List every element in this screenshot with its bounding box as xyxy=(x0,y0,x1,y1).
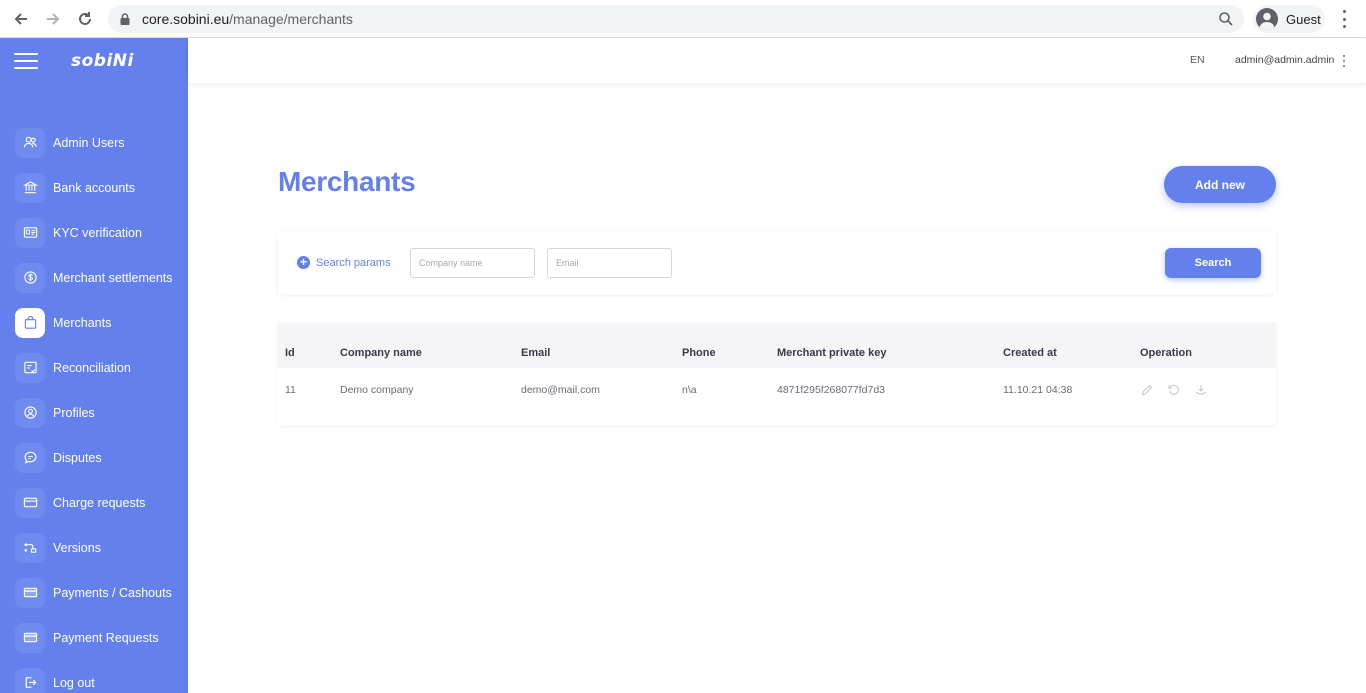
cell-created-at: 11.10.21 04:38 xyxy=(1003,384,1073,396)
language-selector[interactable]: EN xyxy=(1190,54,1205,66)
browser-menu-icon[interactable] xyxy=(1337,10,1351,28)
column-header-email: Email xyxy=(521,347,551,359)
sidebar-item-bank-accounts[interactable]: Bank accounts xyxy=(0,165,188,210)
sidebar-item-label: Payments / Cashouts xyxy=(53,585,172,600)
address-bar[interactable]: core.sobini.eu/manage/merchants xyxy=(108,5,1244,33)
sidebar-item-reconciliation[interactable]: Reconciliation xyxy=(0,345,188,390)
sidebar: sobiNi Admin Users Bank accounts KYC ver… xyxy=(0,38,188,693)
sidebar-item-label: Log out xyxy=(53,675,95,690)
search-button[interactable]: Search xyxy=(1165,248,1261,278)
edit-icon[interactable] xyxy=(1140,383,1154,397)
sidebar-item-disputes[interactable]: Disputes xyxy=(0,435,188,480)
email-input[interactable] xyxy=(547,248,672,278)
sidebar-item-profiles[interactable]: Profiles xyxy=(0,390,188,435)
sidebar-item-payment-requests[interactable]: Payment Requests xyxy=(0,615,188,660)
sidebar-item-label: Charge requests xyxy=(53,495,146,510)
zoom-icon[interactable] xyxy=(1218,11,1234,27)
column-header-created-at: Created at xyxy=(1003,347,1057,359)
profile-label: Guest xyxy=(1286,11,1321,27)
sidebar-item-label: Disputes xyxy=(53,450,102,465)
sidebar-menu: Admin Users Bank accounts KYC verificati… xyxy=(0,120,188,693)
profile-button[interactable]: Guest xyxy=(1253,5,1325,33)
cell-phone: n\a xyxy=(682,384,697,396)
search-params-toggle[interactable]: + Search params xyxy=(297,256,391,269)
sidebar-item-kyc-verification[interactable]: KYC verification xyxy=(0,210,188,255)
column-header-phone: Phone xyxy=(682,347,716,359)
cell-email: demo@mail.com xyxy=(521,384,600,396)
company-name-input[interactable] xyxy=(410,248,535,278)
cell-id: 11 xyxy=(285,384,296,396)
filter-panel: + Search params Search xyxy=(278,231,1276,294)
hamburger-icon[interactable] xyxy=(14,52,38,69)
sidebar-header: sobiNi xyxy=(0,38,188,83)
column-header-id: Id xyxy=(285,347,295,359)
logo: sobiNi xyxy=(71,50,134,71)
sidebar-item-merchant-settlements[interactable]: Merchant settlements xyxy=(0,255,188,300)
reconcile-icon xyxy=(15,352,45,383)
sidebar-item-label: Payment Requests xyxy=(53,630,159,645)
card-icon xyxy=(15,622,45,653)
sidebar-item-label: Merchants xyxy=(53,315,112,330)
wallet-icon xyxy=(15,577,45,608)
sidebar-item-label: KYC verification xyxy=(53,225,142,240)
chat-icon xyxy=(15,442,45,473)
top-header: EN admin@admin.admin xyxy=(188,38,1366,83)
search-params-label: Search params xyxy=(316,256,391,269)
reload-icon[interactable] xyxy=(74,8,96,30)
sidebar-item-label: Admin Users xyxy=(53,135,125,150)
column-header-private-key: Merchant private key xyxy=(777,347,887,359)
card-icon xyxy=(15,487,45,518)
sidebar-item-versions[interactable]: Versions xyxy=(0,525,188,570)
sidebar-item-label: Bank accounts xyxy=(53,180,135,195)
page-title: Merchants xyxy=(278,166,416,197)
browser-toolbar: core.sobini.eu/manage/merchants Guest xyxy=(0,0,1366,38)
lock-icon xyxy=(120,13,130,25)
sidebar-item-admin-users[interactable]: Admin Users xyxy=(0,120,188,165)
user-menu-dots-icon[interactable] xyxy=(1342,55,1346,67)
column-header-company-name: Company name xyxy=(340,347,422,359)
sidebar-item-log-out[interactable]: Log out xyxy=(0,660,188,693)
sidebar-item-label: Versions xyxy=(53,540,101,555)
sidebar-item-payments-cashouts[interactable]: Payments / Cashouts xyxy=(0,570,188,615)
versions-icon xyxy=(15,532,45,563)
sidebar-item-merchants[interactable]: Merchants xyxy=(0,300,188,345)
profile-icon xyxy=(15,397,45,428)
table-header: Id Company name Email Phone Merchant pri… xyxy=(278,323,1276,368)
shopping-bag-icon xyxy=(15,307,45,338)
back-icon[interactable] xyxy=(10,8,32,30)
url-text: core.sobini.eu/manage/merchants xyxy=(142,11,353,27)
sidebar-item-charge-requests[interactable]: Charge requests xyxy=(0,480,188,525)
dollar-icon xyxy=(15,262,45,293)
add-new-button[interactable]: Add new xyxy=(1164,166,1276,203)
avatar-icon xyxy=(1256,8,1278,30)
sidebar-item-label: Merchant settlements xyxy=(53,270,173,285)
users-icon xyxy=(15,127,45,158)
refresh-icon[interactable] xyxy=(1167,383,1181,397)
column-header-operation: Operation xyxy=(1140,347,1192,359)
sidebar-item-label: Reconciliation xyxy=(53,360,131,375)
sidebar-item-label: Profiles xyxy=(53,405,95,420)
user-menu[interactable]: admin@admin.admin xyxy=(1235,54,1334,66)
logout-icon xyxy=(15,667,45,693)
settlement-icon[interactable] xyxy=(1194,383,1208,397)
forward-icon[interactable] xyxy=(42,8,64,30)
plus-circle-icon: + xyxy=(297,256,310,269)
id-card-icon xyxy=(15,217,45,248)
merchants-table: Id Company name Email Phone Merchant pri… xyxy=(278,323,1276,425)
bank-icon xyxy=(15,172,45,203)
cell-private-key: 4871f295f268077fd7d3 xyxy=(777,384,886,396)
cell-company-name: Demo company xyxy=(340,384,414,396)
